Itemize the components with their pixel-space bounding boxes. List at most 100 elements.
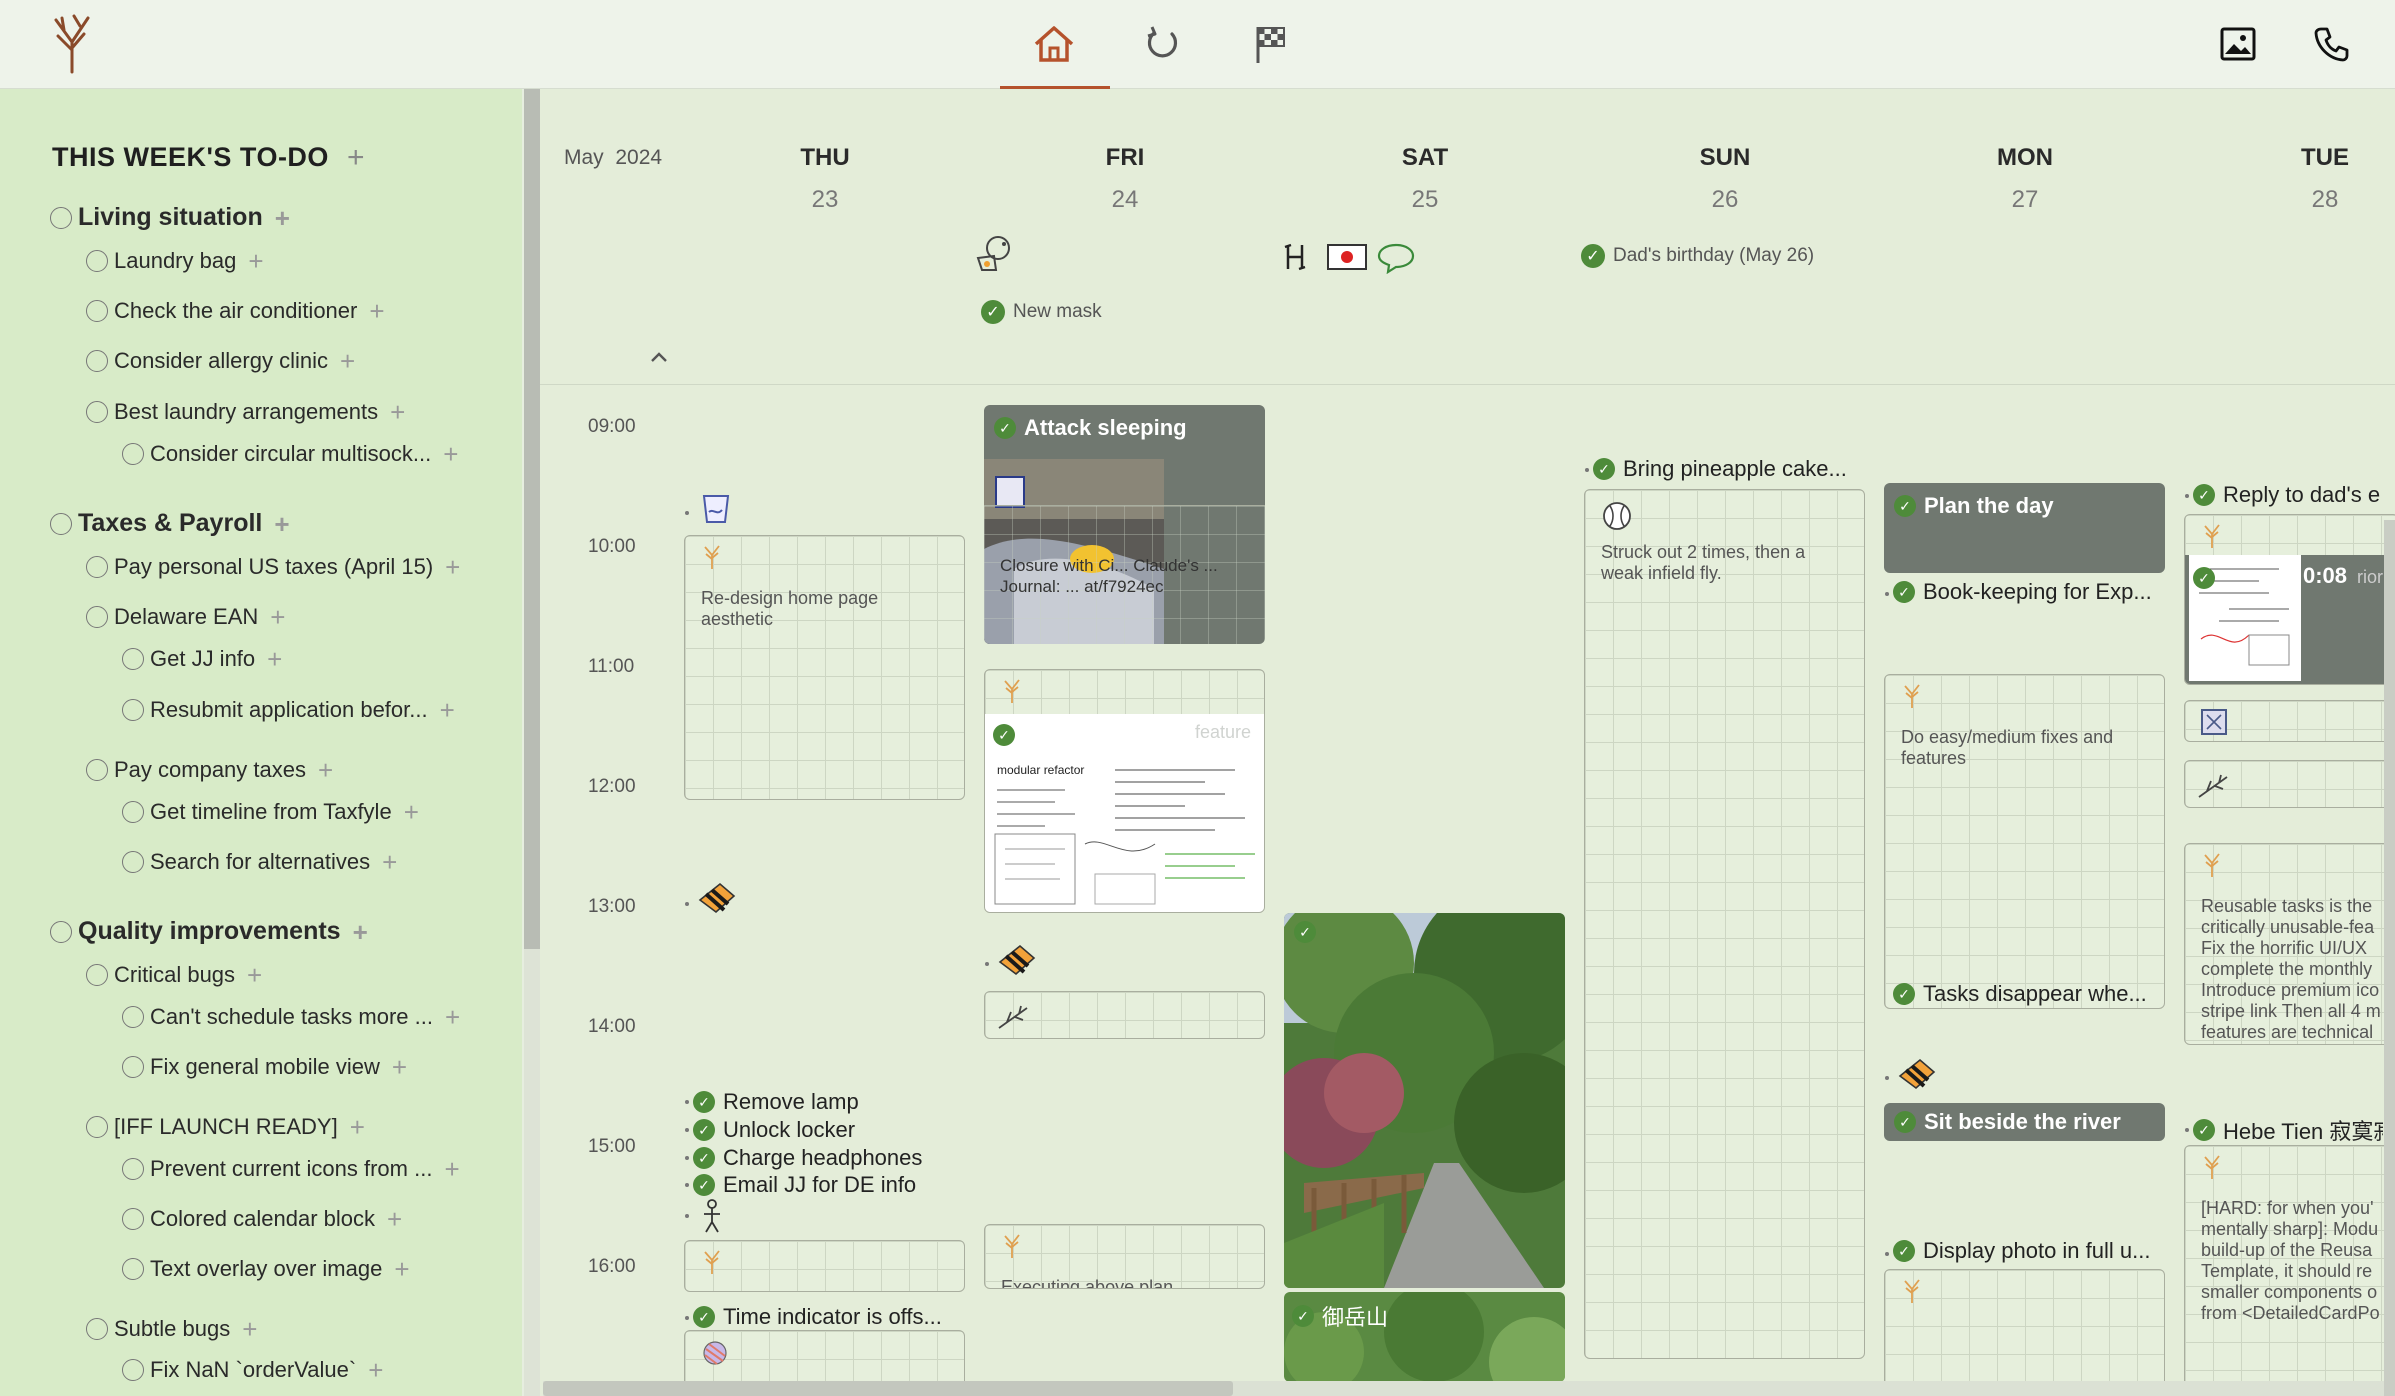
todo-item[interactable]: Subtle bugs + [86,1316,257,1342]
day-header[interactable]: TUE [2265,144,2385,172]
event-display-photo[interactable]: ✓ Display photo in full u... [1893,1238,2183,1264]
todo-item[interactable]: Best laundry arrangements + [86,399,405,425]
sprout-logo-icon[interactable] [44,14,100,74]
add-subtask-plus-icon[interactable]: + [270,604,285,630]
day-header[interactable]: MON [1965,144,2085,172]
add-subtask-plus-icon[interactable]: + [445,1004,460,1030]
add-subtask-plus-icon[interactable]: + [275,205,290,231]
add-subtask-plus-icon[interactable]: + [247,962,262,988]
event-block-executing-plan[interactable]: Executing above plan [984,1224,1265,1289]
wrench-sticker-icon[interactable] [994,940,1042,980]
add-subtask-plus-icon[interactable]: + [350,1114,365,1140]
todo-item[interactable]: Search for alternatives + [122,849,397,875]
event-unlock-locker[interactable]: ✓ Unlock locker [693,1117,963,1143]
check-icon[interactable]: ✓ [693,1091,715,1113]
todo-item[interactable]: Check the air conditioner + [86,298,385,324]
checkbox-circle-icon[interactable] [86,556,108,578]
add-subtask-plus-icon[interactable]: + [340,348,355,374]
event-charge-headphones[interactable]: ✓ Charge headphones [693,1145,963,1171]
event-block-reply[interactable]: ✓ 0:08 riorit [2184,514,2395,685]
event-block-branch[interactable] [984,991,1265,1039]
todo-item[interactable]: Prevent current icons from ... + [122,1156,460,1182]
day-header[interactable]: FRI [1065,144,1185,172]
add-todo-plus-icon[interactable]: + [347,142,365,173]
event-block-empty[interactable] [684,1240,965,1292]
checkbox-circle-icon[interactable] [122,1056,144,1078]
check-icon[interactable]: ✓ [1893,983,1915,1005]
wrench-sticker-icon[interactable] [1894,1054,1942,1094]
event-block-baseball[interactable]: Struck out 2 times, then a weak infield … [1584,489,1865,1359]
add-subtask-plus-icon[interactable]: + [394,1256,409,1282]
phone-button[interactable] [2304,18,2360,70]
todo-item[interactable]: Consider circular multisock... + [122,441,458,467]
allday-event-dads-birthday[interactable]: ✓ Dad's birthday (May 26) [1581,244,1814,268]
checkbox-circle-icon[interactable] [122,1006,144,1028]
todo-item[interactable]: [IFF LAUNCH READY] + [86,1114,365,1140]
check-icon[interactable]: ✓ [993,724,1015,746]
letter-h-sticker-icon[interactable] [1282,242,1308,272]
add-subtask-plus-icon[interactable]: + [369,298,384,324]
check-icon[interactable]: ✓ [1893,581,1915,603]
check-icon[interactable]: ✓ [1294,921,1316,943]
day-header[interactable]: THU [765,144,885,172]
checkbox-circle-icon[interactable] [122,1158,144,1180]
checkbox-circle-icon[interactable] [86,606,108,628]
checkbox-circle-icon[interactable] [122,648,144,670]
add-subtask-plus-icon[interactable]: + [404,799,419,825]
add-subtask-plus-icon[interactable]: + [445,554,460,580]
event-block-display-photo[interactable] [1884,1269,2165,1390]
event-block-redesign[interactable]: Re-design home page aesthetic [684,535,965,800]
add-subtask-plus-icon[interactable]: + [368,1357,383,1383]
event-block-plan-the-day[interactable]: ✓ Plan the day [1884,483,2165,573]
add-subtask-plus-icon[interactable]: + [443,441,458,467]
add-subtask-plus-icon[interactable]: + [440,697,455,723]
todo-item[interactable]: Resubmit application befor... + [122,697,455,723]
event-block-attack-sleeping[interactable]: ✓ Attack sleeping Closure with Ci... Clau… [984,405,1265,644]
checkbox-circle-icon[interactable] [122,801,144,823]
todo-item[interactable]: Laundry bag + [86,248,264,274]
todo-group-taxes[interactable]: Taxes & Payroll + [50,509,290,538]
check-icon[interactable]: ✓ [1581,244,1605,268]
add-subtask-plus-icon[interactable]: + [248,248,263,274]
todo-item[interactable]: Get timeline from Taxfyle + [122,799,419,825]
check-icon[interactable]: ✓ [1292,1305,1314,1327]
check-icon[interactable]: ✓ [2193,1119,2215,1141]
event-sit-beside-river[interactable]: ✓ Sit beside the river [1894,1109,2121,1135]
image-button[interactable] [2210,18,2266,70]
check-icon[interactable]: ✓ [981,300,1005,324]
add-subtask-plus-icon[interactable]: + [274,511,289,537]
sidebar-scrollbar-thumb[interactable] [524,89,540,949]
checkbox-circle-icon[interactable] [50,206,72,229]
horizontal-scrollbar-thumb[interactable] [543,1381,1233,1396]
todo-item[interactable]: Fix NaN `orderValue` + [122,1357,383,1383]
checkbox-circle-icon[interactable] [86,300,108,322]
check-icon[interactable]: ✓ [1893,1240,1915,1262]
event-book-keeping[interactable]: ✓ Book-keeping for Exp... [1893,579,2183,605]
event-mitake[interactable]: ✓ 御岳山 [1292,1300,1388,1332]
event-reply-to-dad[interactable]: ✓ Reply to dad's e [2193,482,2383,508]
goals-nav-button[interactable] [1242,18,1298,70]
event-pineapple-cake[interactable]: ✓ Bring pineapple cake... [1593,456,1883,482]
event-block-sticker[interactable] [2184,700,2395,742]
add-subtask-plus-icon[interactable]: + [382,849,397,875]
event-block-hard-task[interactable]: [HARD: for when you' mentally sharp]: Mo… [2184,1145,2395,1390]
event-block-easy-fixes[interactable]: Do easy/medium fixes and features ✓ Tasks… [1884,674,2165,1009]
mask-sticker-icon[interactable] [974,234,1018,274]
check-icon[interactable]: ✓ [1894,495,1916,517]
todo-item[interactable]: Delaware EAN + [86,604,285,630]
event-attack-sleeping[interactable]: ✓ Attack sleeping [994,415,1187,441]
day-header[interactable]: SUN [1665,144,1785,172]
event-block-reusable-tasks[interactable]: Reusable tasks is the critically unusabl… [2184,843,2395,1045]
check-icon[interactable]: ✓ [693,1174,715,1196]
checkbox-circle-icon[interactable] [86,350,108,372]
event-hebe-tien[interactable]: ✓ Hebe Tien 寂寞寂 [2193,1114,2383,1146]
event-tasks-disappear[interactable]: ✓ Tasks disappear whe... [1893,981,2163,1007]
todo-group-living[interactable]: Living situation + [50,203,290,232]
add-subtask-plus-icon[interactable]: + [390,399,405,425]
event-plan-the-day[interactable]: ✓ Plan the day [1894,493,2054,519]
todo-group-quality[interactable]: Quality improvements + [50,917,368,946]
event-remove-lamp[interactable]: ✓ Remove lamp [693,1089,963,1115]
checkbox-circle-icon[interactable] [122,699,144,721]
home-nav-button[interactable] [1026,18,1082,70]
add-subtask-plus-icon[interactable]: + [267,646,282,672]
